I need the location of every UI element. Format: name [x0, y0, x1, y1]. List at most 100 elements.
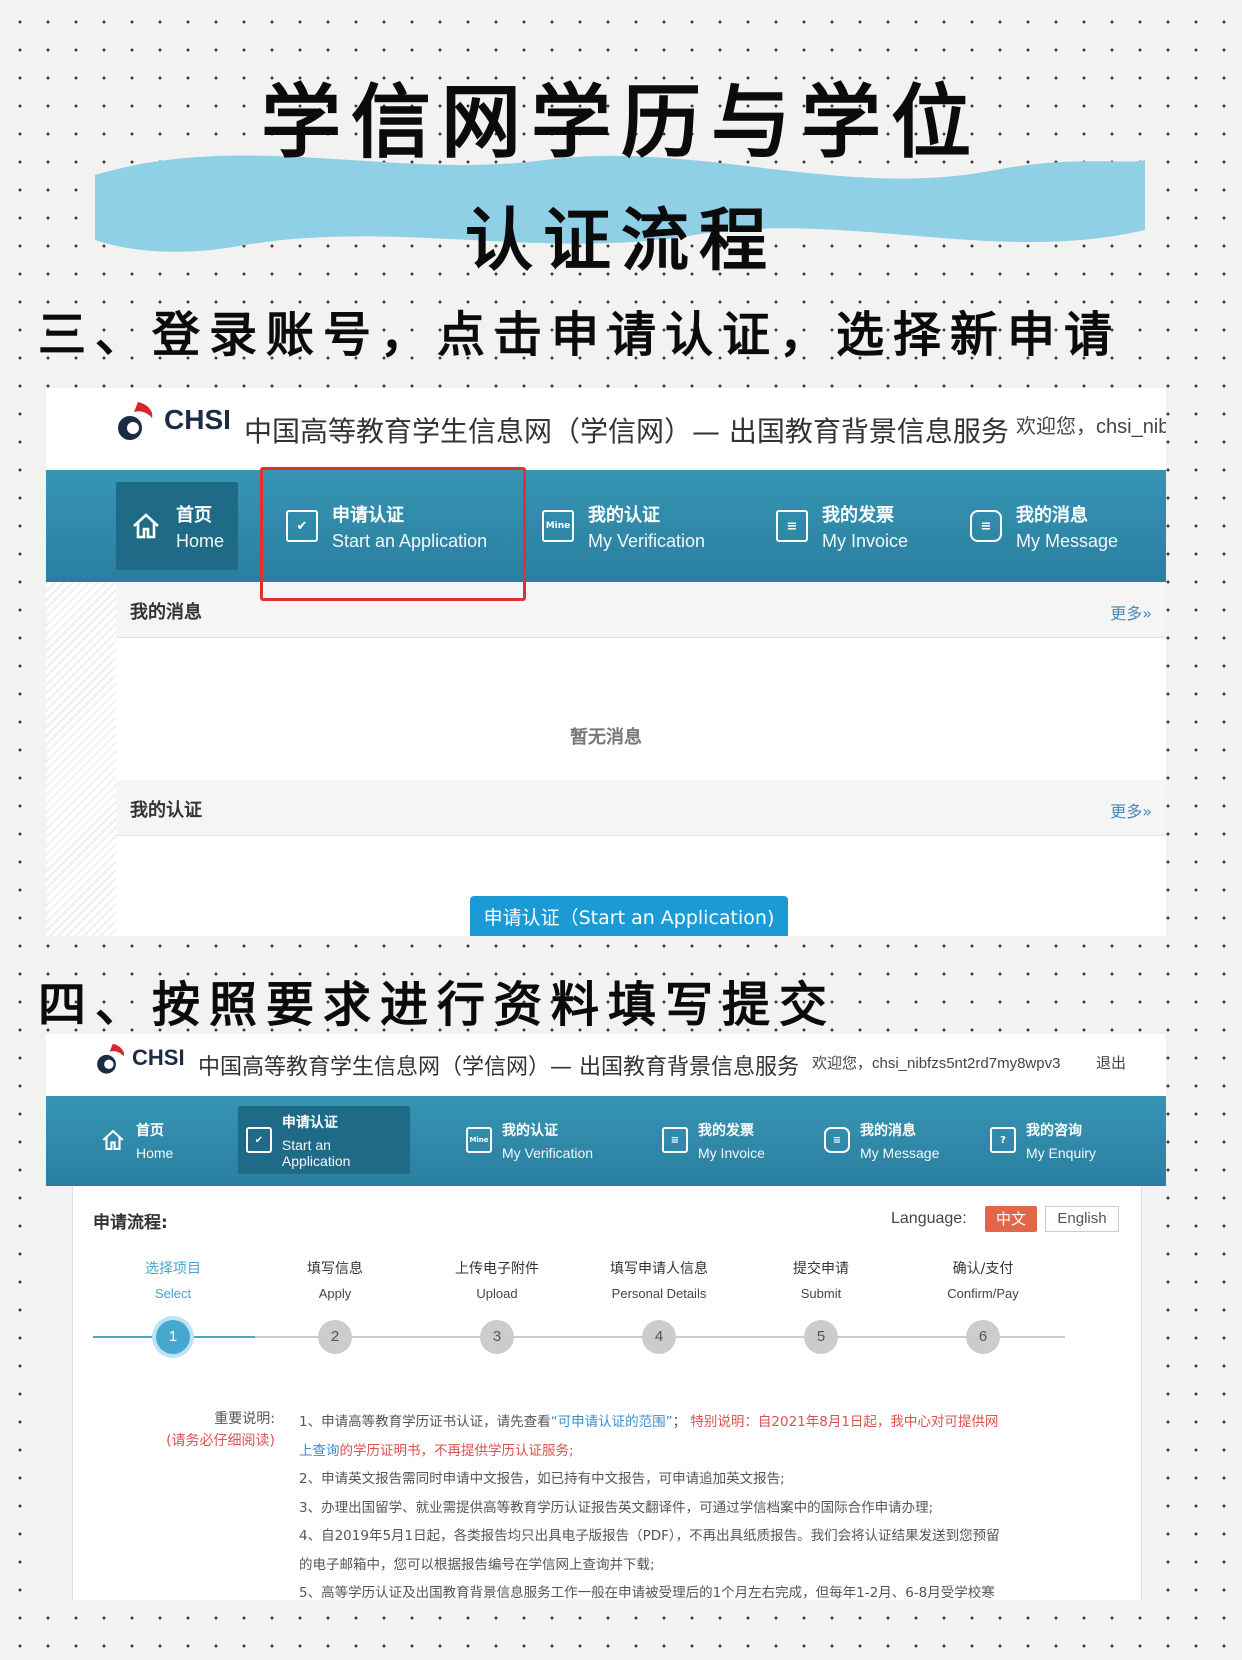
- logo-text: CHSI: [164, 404, 231, 435]
- chsi-logo-icon: [97, 1043, 125, 1074]
- nav-my-message[interactable]: ≡ 我的消息 My Message: [956, 482, 1132, 570]
- step-label-en: Personal Details: [611, 1286, 707, 1301]
- highlight-box: [260, 467, 526, 601]
- mine-icon: Mine: [542, 510, 574, 542]
- nav-message-zh: 我的消息: [1016, 504, 1088, 526]
- nav-home-zh: 首页: [176, 504, 212, 526]
- progress-steps: 选择项目 Select 1 填写信息 Apply 2 上传电子附件 Upload…: [93, 1258, 1119, 1378]
- step-submit: 提交申请 Submit: [746, 1258, 896, 1301]
- notes-label-warning: (请务必仔细阅读): [166, 1433, 275, 1449]
- nav-verification-en: My Verification: [502, 1144, 594, 1161]
- step-label-zh: 提交申请: [793, 1261, 849, 1277]
- flow-label: 申请流程:: [93, 1213, 168, 1233]
- step-label-zh: 上传电子附件: [455, 1261, 539, 1277]
- step-personal-details: 填写申请人信息 Personal Details: [584, 1258, 734, 1301]
- verification-section-header: 我的认证 更多»: [116, 780, 1166, 836]
- notes-label: 重要说明: (请务必仔细阅读): [157, 1408, 275, 1452]
- logo-text: CHSI: [132, 1045, 185, 1070]
- main-title-line1: 学信网学历与学位: [261, 76, 981, 169]
- message-icon: ≡: [824, 1127, 850, 1153]
- main-nav: 首页 Home ✔ 申请认证 Start an Application Mine 我…: [46, 470, 1166, 582]
- messages-title: 我的消息: [130, 602, 202, 623]
- step-select: 选择项目 Select: [98, 1258, 248, 1301]
- nav-apply-en: Start an Application: [281, 1136, 351, 1169]
- language-label: Language:: [891, 1210, 967, 1227]
- step-circle-1: 1: [156, 1320, 190, 1354]
- scope-link[interactable]: “可申请认证的范围”: [551, 1414, 673, 1430]
- start-application-button[interactable]: 申请认证（Start an Application): [470, 896, 788, 936]
- nav-message-en: My Message: [860, 1144, 940, 1161]
- messages-more-link[interactable]: 更多»: [1110, 600, 1152, 624]
- step-circle-4: 4: [642, 1320, 676, 1354]
- nav-home-en: Home: [136, 1144, 174, 1161]
- invoice-icon: ≡: [662, 1127, 688, 1153]
- application-content: 申请流程: Language: 中文 English 选择项目 Select 1…: [72, 1186, 1142, 1600]
- step-label-en: Select: [154, 1286, 192, 1301]
- site-header: CHSI 中国高等教育学生信息网（学信网）— 出国教育背景信息服务 欢迎您，ch…: [46, 1034, 1166, 1096]
- note-3: 3、办理出国留学、就业需提供高等教育学历认证报告英文翻译件，可通过学信档案中的国…: [299, 1499, 934, 1516]
- nav-message-zh: 我的消息: [860, 1122, 916, 1139]
- nav-start-application[interactable]: ✔ 申请认证 Start an Application: [238, 1106, 410, 1174]
- nav-my-invoice[interactable]: ≡ 我的发票 My Invoice: [654, 1106, 773, 1174]
- logout-link[interactable]: 退出: [1096, 1052, 1126, 1073]
- home-icon: [130, 510, 162, 542]
- nav-invoice-en: My Invoice: [698, 1144, 765, 1161]
- nav-my-enquiry[interactable]: ? 我的咨询 My Enquiry: [982, 1106, 1104, 1174]
- note-1: 1、申请高等教育学历证书认证，请先查看“可申请认证的范围”； 特别说明：自202…: [299, 1408, 1059, 1465]
- step-label-zh: 填写信息: [307, 1261, 363, 1277]
- chsi-logo-icon: [118, 402, 153, 440]
- nav-enquiry-zh: 我的咨询: [1026, 1122, 1082, 1139]
- chsi-logo: CHSI: [114, 398, 231, 442]
- step-label-zh: 确认/支付: [952, 1261, 1014, 1277]
- note-1-special: 特别说明：自2021年8月1日起，我中心对可提供网: [690, 1414, 999, 1430]
- verification-more-link[interactable]: 更多»: [1110, 798, 1152, 822]
- step-label-zh: 选择项目: [145, 1261, 201, 1277]
- mine-icon: Mine: [466, 1127, 492, 1153]
- important-notes: 1、申请高等教育学历证书认证，请先查看“可申请认证的范围”； 特别说明：自202…: [299, 1408, 1059, 1600]
- online-query-link[interactable]: 上查询: [299, 1443, 340, 1459]
- welcome-text: 欢迎您，chsi_nibfzs5nt2rd7my8wpv3: [812, 1055, 1061, 1072]
- step-label-en: Submit: [800, 1286, 842, 1301]
- note-4-cont: 的电子邮箱中，您可以根据报告编号在学信网上查询并下载;: [299, 1556, 655, 1573]
- message-icon: ≡: [970, 510, 1002, 542]
- enquiry-icon: ?: [990, 1127, 1016, 1153]
- nav-invoice-zh: 我的发票: [698, 1122, 754, 1139]
- nav-home[interactable]: 首页 Home: [92, 1106, 181, 1174]
- step-circle-5: 5: [804, 1320, 838, 1354]
- side-pattern: [46, 582, 116, 936]
- note-4: 4、自2019年5月1日起，各类报告均只出具电子版报告（PDF），不再出具纸质报…: [299, 1528, 1000, 1544]
- note-1-text: 1、申请高等教育学历证书认证，请先查看: [299, 1414, 551, 1430]
- no-messages-text: 暂无消息: [570, 727, 642, 748]
- note-1-sep: ；: [672, 1414, 687, 1430]
- nav-apply-zh: 申请认证: [281, 1114, 338, 1131]
- nav-verification-zh: 我的认证: [502, 1122, 558, 1139]
- portal-screenshot-2: CHSI 中国高等教育学生信息网（学信网）— 出国教育背景信息服务 欢迎您，ch…: [46, 1034, 1166, 1600]
- nav-my-message[interactable]: ≡ 我的消息 My Message: [816, 1106, 947, 1174]
- step-confirm-pay: 确认/支付 Confirm/Pay: [908, 1258, 1058, 1301]
- nav-enquiry-en: My Enquiry: [1026, 1144, 1097, 1161]
- site-name: 中国高等教育学生信息网（学信网）— 出国教育背景信息服务: [244, 415, 1009, 448]
- note-5: 5、高等学历认证及出国教育背景信息服务工作一般在申请被受理后的1个月左右完成，但…: [299, 1585, 995, 1600]
- nav-my-verification[interactable]: Mine 我的认证 My Verification: [458, 1106, 601, 1174]
- language-zh-button[interactable]: 中文: [985, 1206, 1037, 1232]
- note-2: 2、申请英文报告需同时申请中文报告，如已持有中文报告，可申请追加英文报告;: [299, 1471, 785, 1487]
- nav-home[interactable]: 首页 Home: [116, 482, 239, 570]
- step-label-en: Apply: [318, 1286, 352, 1301]
- notes-label-main: 重要说明:: [214, 1411, 275, 1427]
- step-upload: 上传电子附件 Upload: [422, 1258, 572, 1301]
- invoice-icon: ≡: [776, 510, 808, 542]
- nav-invoice-zh: 我的发票: [822, 504, 894, 526]
- verification-title: 我的认证: [130, 800, 202, 821]
- site-name: 中国高等教育学生信息网（学信网）— 出国教育背景信息服务: [198, 1055, 799, 1080]
- nav-my-verification[interactable]: Mine 我的认证 My Verification: [528, 482, 719, 570]
- nav-message-en: My Message: [1016, 530, 1119, 551]
- nav-invoice-en: My Invoice: [822, 530, 909, 551]
- step-circle-6: 6: [966, 1320, 1000, 1354]
- step-label-en: Confirm/Pay: [947, 1286, 1019, 1301]
- step-label-zh: 填写申请人信息: [610, 1261, 708, 1277]
- step-apply: 填写信息 Apply: [260, 1258, 410, 1301]
- language-en-button[interactable]: English: [1045, 1206, 1119, 1232]
- main-title-line2: 认证流程: [464, 202, 777, 281]
- nav-my-invoice[interactable]: ≡ 我的发票 My Invoice: [762, 482, 922, 570]
- main-nav: 首页 Home ✔ 申请认证 Start an Application Mine 我…: [46, 1096, 1166, 1186]
